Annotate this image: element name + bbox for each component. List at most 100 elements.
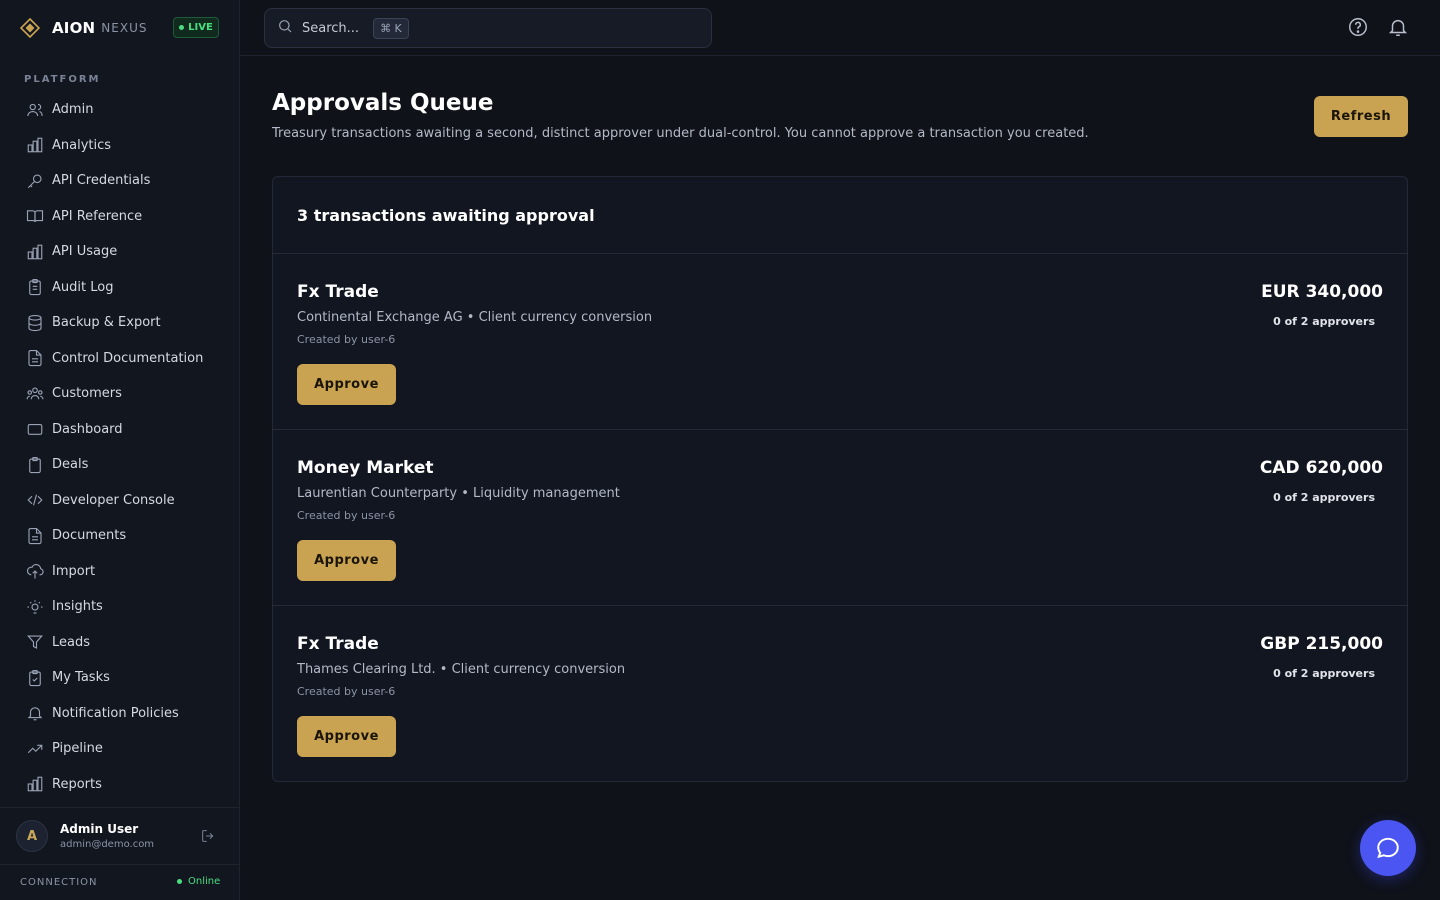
sidebar-item-audit-log[interactable]: Audit Log <box>16 270 224 306</box>
sidebar-item-backup-export[interactable]: Backup & Export <box>16 305 224 341</box>
book-icon <box>26 207 44 225</box>
approvals-panel: 3 transactions awaiting approval Fx Trad… <box>272 176 1408 782</box>
transaction-description: Thames Clearing Ltd. • Client currency c… <box>297 662 626 677</box>
sidebar-item-label: Backup & Export <box>52 315 161 331</box>
sidebar-item-developer-console[interactable]: Developer Console <box>16 483 224 519</box>
bar-chart-icon <box>26 775 44 793</box>
sidebar-item-label: Leads <box>52 634 91 650</box>
help-icon[interactable] <box>1347 16 1369 38</box>
trending-up-icon <box>26 740 44 758</box>
search-placeholder: Search... <box>302 20 360 36</box>
users-group-icon <box>26 385 44 403</box>
sidebar-item-analytics[interactable]: Analytics <box>16 128 224 164</box>
bell-icon[interactable] <box>1387 16 1409 38</box>
approve-button[interactable]: Approve <box>297 716 396 757</box>
transaction-type: Money Market <box>297 458 434 478</box>
code-icon <box>26 491 44 509</box>
clipboard-check-icon <box>26 669 44 687</box>
sidebar-item-documents[interactable]: Documents <box>16 518 224 554</box>
search-shortcut: ⌘ K <box>373 17 409 39</box>
approver-count: 0 of 2 approvers <box>1273 667 1375 680</box>
avatar: A <box>16 820 48 852</box>
transaction-row: Fx Trade Thames Clearing Ltd. • Client c… <box>273 606 1407 781</box>
sidebar-item-reports[interactable]: Reports <box>16 767 224 803</box>
chat-button[interactable] <box>1360 820 1416 876</box>
approver-count: 0 of 2 approvers <box>1273 491 1375 504</box>
sidebar-item-dashboard[interactable]: Dashboard <box>16 412 224 448</box>
online-dot-icon <box>177 879 182 884</box>
transaction-row: Money Market Laurentian Counterparty • L… <box>273 430 1407 606</box>
sidebar-item-leads[interactable]: Leads <box>16 625 224 661</box>
clipboard-list-icon <box>26 278 44 296</box>
chat-bubble-icon <box>1377 837 1399 859</box>
connection-status-text: Online <box>188 876 221 887</box>
user-name: Admin User <box>60 822 139 836</box>
transaction-type: Fx Trade <box>297 282 379 302</box>
brand-name: AION <box>52 19 96 37</box>
sidebar-item-label: Analytics <box>52 137 112 153</box>
sidebar-item-label: Audit Log <box>52 279 114 295</box>
live-badge: LIVE <box>173 17 219 38</box>
database-icon <box>26 314 44 332</box>
transaction-type: Fx Trade <box>297 634 379 654</box>
clipboard-icon <box>26 456 44 474</box>
transaction-amount: EUR 340,000 <box>1261 282 1383 302</box>
cloud-upload-icon <box>26 562 44 580</box>
connection-status: Online <box>177 876 220 887</box>
sidebar-item-pipeline[interactable]: Pipeline <box>16 731 224 767</box>
sidebar-item-label: API Credentials <box>52 173 151 189</box>
approve-button[interactable]: Approve <box>297 540 396 581</box>
sidebar-item-label: Insights <box>52 599 103 615</box>
page-title: Approvals Queue <box>272 90 494 116</box>
sidebar-item-insights[interactable]: Insights <box>16 589 224 625</box>
refresh-button[interactable]: Refresh <box>1314 96 1408 137</box>
connection-label: CONNECTION <box>20 877 98 888</box>
approve-button[interactable]: Approve <box>297 364 396 405</box>
bar-chart-icon <box>26 243 44 261</box>
sidebar-item-label: Dashboard <box>52 421 123 437</box>
sidebar-item-deals[interactable]: Deals <box>16 447 224 483</box>
transaction-amount: GBP 215,000 <box>1260 634 1383 654</box>
search-icon <box>277 18 293 38</box>
sidebar-item-label: Customers <box>52 386 122 402</box>
sidebar-item-label: Notification Policies <box>52 705 179 721</box>
sidebar-item-import[interactable]: Import <box>16 554 224 590</box>
sidebar-item-label: Pipeline <box>52 741 103 757</box>
topbar: Search... ⌘ K <box>240 0 1440 56</box>
transaction-description: Continental Exchange AG • Client currenc… <box>297 310 653 325</box>
sidebar-item-api-usage[interactable]: API Usage <box>16 234 224 270</box>
sidebar-item-label: Documents <box>52 528 127 544</box>
sidebar-item-label: Deals <box>52 457 89 473</box>
transaction-creator: Created by user-6 <box>297 685 396 698</box>
sidebar-item-my-tasks[interactable]: My Tasks <box>16 660 224 696</box>
bar-chart-icon <box>26 136 44 154</box>
sidebar-item-label: Reports <box>52 776 102 792</box>
sidebar: AION NEXUS LIVE PLATFORM Admin Analytics… <box>0 0 240 900</box>
sidebar-item-api-reference[interactable]: API Reference <box>16 199 224 235</box>
transaction-description: Laurentian Counterparty • Liquidity mana… <box>297 486 620 501</box>
user-email: admin@demo.com <box>60 839 155 850</box>
key-icon <box>26 172 44 190</box>
approver-count: 0 of 2 approvers <box>1273 315 1375 328</box>
sidebar-item-label: API Usage <box>52 244 118 260</box>
sidebar-item-label: Control Documentation <box>52 350 204 366</box>
file-text-icon <box>26 527 44 545</box>
sidebar-item-admin[interactable]: Admin <box>16 92 224 128</box>
transaction-creator: Created by user-6 <box>297 333 396 346</box>
transaction-row: Fx Trade Continental Exchange AG • Clien… <box>273 254 1407 430</box>
sidebar-nav: Admin Analytics API Credentials API Refe… <box>16 92 224 802</box>
sidebar-item-control-documentation[interactable]: Control Documentation <box>16 341 224 377</box>
sidebar-item-api-credentials[interactable]: API Credentials <box>16 163 224 199</box>
sidebar-item-notification-policies[interactable]: Notification Policies <box>16 696 224 732</box>
funnel-icon <box>26 633 44 651</box>
sidebar-item-label: API Reference <box>52 208 143 224</box>
file-text-icon <box>26 349 44 367</box>
search-input[interactable]: Search... ⌘ K <box>264 8 712 48</box>
page-subtitle: Treasury transactions awaiting a second,… <box>272 126 1089 141</box>
nav-section-label: PLATFORM <box>24 74 101 85</box>
logout-icon[interactable] <box>200 828 218 846</box>
sidebar-item-label: Import <box>52 563 96 579</box>
transaction-amount: CAD 620,000 <box>1259 458 1383 478</box>
sidebar-item-customers[interactable]: Customers <box>16 376 224 412</box>
user-profile[interactable]: A Admin User admin@demo.com <box>0 807 239 865</box>
